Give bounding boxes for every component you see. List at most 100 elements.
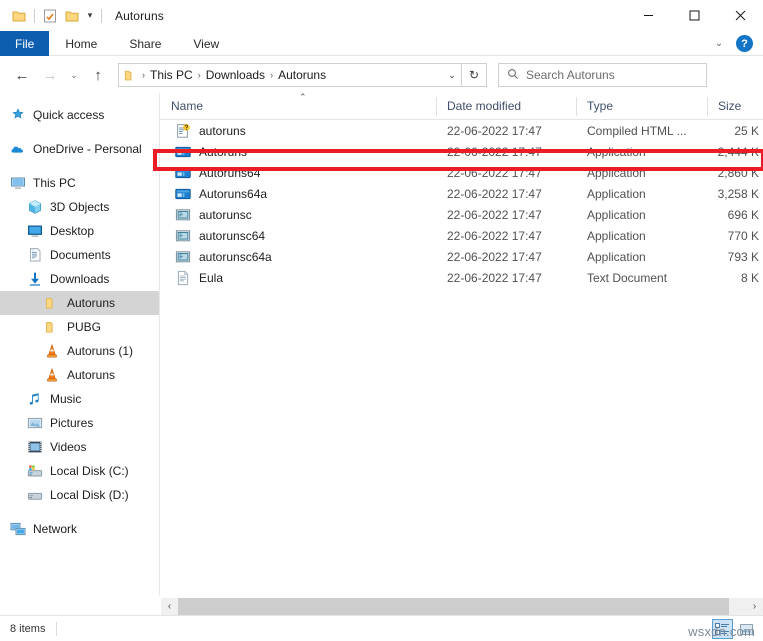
close-button[interactable] xyxy=(717,0,763,31)
sidebar-item-3d-objects[interactable]: 3D Objects xyxy=(0,195,159,219)
sidebar-item-this-pc[interactable]: This PC xyxy=(0,171,159,195)
sidebar-item-autoruns-1[interactable]: Autoruns (1) xyxy=(0,339,159,363)
forward-icon[interactable]: → xyxy=(39,63,61,87)
breadcrumb-item-downloads[interactable]: Downloads xyxy=(203,68,268,82)
customize-caret-icon[interactable]: ▾ xyxy=(83,6,97,26)
recent-locations-icon[interactable]: ⌄ xyxy=(67,63,81,87)
cell-name: Eula xyxy=(160,270,436,286)
window-title: Autoruns xyxy=(115,8,164,23)
tab-file[interactable]: File xyxy=(0,31,50,56)
file-name-label: Eula xyxy=(199,270,224,285)
console-app-icon xyxy=(175,207,191,223)
column-header-name[interactable]: Name ⌃ xyxy=(160,92,436,120)
ribbon-tab-bar: File Home Share View xyxy=(0,31,763,56)
breadcrumb[interactable]: › This PC › Downloads › Autoruns ⌄ xyxy=(118,63,462,87)
drive-icon xyxy=(27,487,43,503)
file-name-label: Autoruns64a xyxy=(199,186,268,201)
tab-view[interactable]: View xyxy=(177,31,235,56)
cell-name: autorunsc64a xyxy=(160,249,436,265)
sidebar-item-local-disk-d[interactable]: Local Disk (D:) xyxy=(0,483,159,507)
sidebar-item-label: Autoruns xyxy=(67,368,116,382)
vlc-cone-icon xyxy=(44,343,60,359)
breadcrumb-separator-2: › xyxy=(270,70,274,80)
breadcrumb-folder-icon xyxy=(123,68,138,83)
file-name-label: autorunsc64 xyxy=(199,228,266,243)
scroll-left-icon[interactable]: ‹ xyxy=(161,598,178,615)
navigation-pane[interactable]: Quick access OneDrive - Personal This PC 3D… xyxy=(0,93,160,596)
sidebar-item-videos[interactable]: Videos xyxy=(0,435,159,459)
sidebar-item-label: Quick access xyxy=(33,108,105,122)
sidebar-item-label: Local Disk (C:) xyxy=(50,464,129,478)
cell-type: Application xyxy=(587,207,646,222)
sidebar-item-autoruns[interactable]: Autoruns xyxy=(0,291,159,315)
sidebar-item-onedrive-personal[interactable]: OneDrive - Personal xyxy=(0,137,159,161)
cell-name: autorunsc64 xyxy=(160,228,436,244)
column-headers: Name ⌃ Date modified Type Size xyxy=(160,92,763,120)
sidebar-item-quick-access[interactable]: Quick access xyxy=(0,103,159,127)
chevron-down-icon[interactable]: ⌄ xyxy=(708,33,730,55)
breadcrumb-item-this-pc[interactable]: This PC xyxy=(147,68,196,82)
toolbar-divider-2 xyxy=(101,8,102,23)
sidebar-item-downloads[interactable]: Downloads xyxy=(0,267,159,291)
sidebar-item-label: Network xyxy=(33,522,78,536)
sidebar-item-network[interactable]: Network xyxy=(0,517,159,541)
cell-type: Application xyxy=(587,249,646,264)
column-header-type[interactable]: Type xyxy=(576,93,707,120)
maximize-button[interactable] xyxy=(671,0,717,31)
table-row[interactable]: autorunsc 22-06-2022 17:47 Application 696 … xyxy=(160,204,763,225)
sidebar-item-pubg[interactable]: PUBG xyxy=(0,315,159,339)
sidebar-item-autoruns[interactable]: Autoruns xyxy=(0,363,159,387)
properties-icon[interactable] xyxy=(39,5,61,27)
refresh-icon[interactable]: ↻ xyxy=(462,63,487,87)
scroll-right-icon[interactable]: › xyxy=(746,598,763,615)
chevron-down-icon-breadcrumb[interactable]: ⌄ xyxy=(443,70,461,81)
table-row[interactable]: Autoruns64 22-06-2022 17:47 Application 2,8… xyxy=(160,162,763,183)
breadcrumb-item-autoruns[interactable]: Autoruns xyxy=(275,68,329,82)
table-row[interactable]: autorunsc64 22-06-2022 17:47 Application 77… xyxy=(160,225,763,246)
window-controls xyxy=(625,0,763,31)
folder-icon[interactable] xyxy=(8,5,30,27)
scrollbar-thumb[interactable] xyxy=(178,598,729,615)
sidebar-item-desktop[interactable]: Desktop xyxy=(0,219,159,243)
application-icon xyxy=(175,186,191,202)
up-icon[interactable]: ↑ xyxy=(87,63,109,87)
status-divider xyxy=(56,621,58,636)
cell-size: 770 K xyxy=(727,228,759,243)
cell-size: 25 K xyxy=(734,123,759,138)
table-row[interactable]: Autoruns 22-06-2022 17:47 Application 2,444… xyxy=(160,141,763,162)
tab-home[interactable]: Home xyxy=(49,31,113,56)
table-row[interactable]: Eula 22-06-2022 17:47 Text Document 8 K xyxy=(160,267,763,288)
system-drive-icon xyxy=(27,463,43,479)
sidebar-item-label: Documents xyxy=(50,248,111,262)
cell-size: 793 K xyxy=(727,249,759,264)
scrollbar-track[interactable] xyxy=(178,598,746,615)
ribbon-actions: ⌄ ? xyxy=(708,31,759,56)
sidebar-item-label: This PC xyxy=(33,176,76,190)
console-app-icon xyxy=(175,228,191,244)
music-icon xyxy=(27,391,43,407)
documents-icon xyxy=(27,247,43,263)
table-row[interactable]: Autoruns64a 22-06-2022 17:47 Application 3,… xyxy=(160,183,763,204)
table-row[interactable]: autoruns 22-06-2022 17:47 Compiled HTML ..… xyxy=(160,120,763,141)
downloads-icon xyxy=(27,271,43,287)
sidebar-item-local-disk-c[interactable]: Local Disk (C:) xyxy=(0,459,159,483)
new-folder-icon[interactable] xyxy=(61,5,83,27)
back-icon[interactable]: ← xyxy=(11,63,33,87)
column-header-size[interactable]: Size xyxy=(707,93,763,120)
cloud-icon xyxy=(10,141,26,157)
column-header-date-modified[interactable]: Date modified xyxy=(436,93,576,120)
search-input[interactable]: Search Autoruns xyxy=(498,63,707,87)
quick-access-toolbar: ▾ xyxy=(0,5,106,27)
cell-size: 3,258 K xyxy=(717,186,759,201)
sidebar-item-pictures[interactable]: Pictures xyxy=(0,411,159,435)
help-icon[interactable]: ? xyxy=(736,35,753,52)
horizontal-scrollbar[interactable]: ‹ › xyxy=(161,598,763,615)
tab-share[interactable]: Share xyxy=(113,31,177,56)
file-name-label: autoruns xyxy=(199,123,246,138)
sidebar-item-label: Autoruns xyxy=(67,296,116,310)
sidebar-item-documents[interactable]: Documents xyxy=(0,243,159,267)
cell-type: Text Document xyxy=(587,270,668,285)
sidebar-item-music[interactable]: Music xyxy=(0,387,159,411)
minimize-button[interactable] xyxy=(625,0,671,31)
table-row[interactable]: autorunsc64a 22-06-2022 17:47 Application 7… xyxy=(160,246,763,267)
